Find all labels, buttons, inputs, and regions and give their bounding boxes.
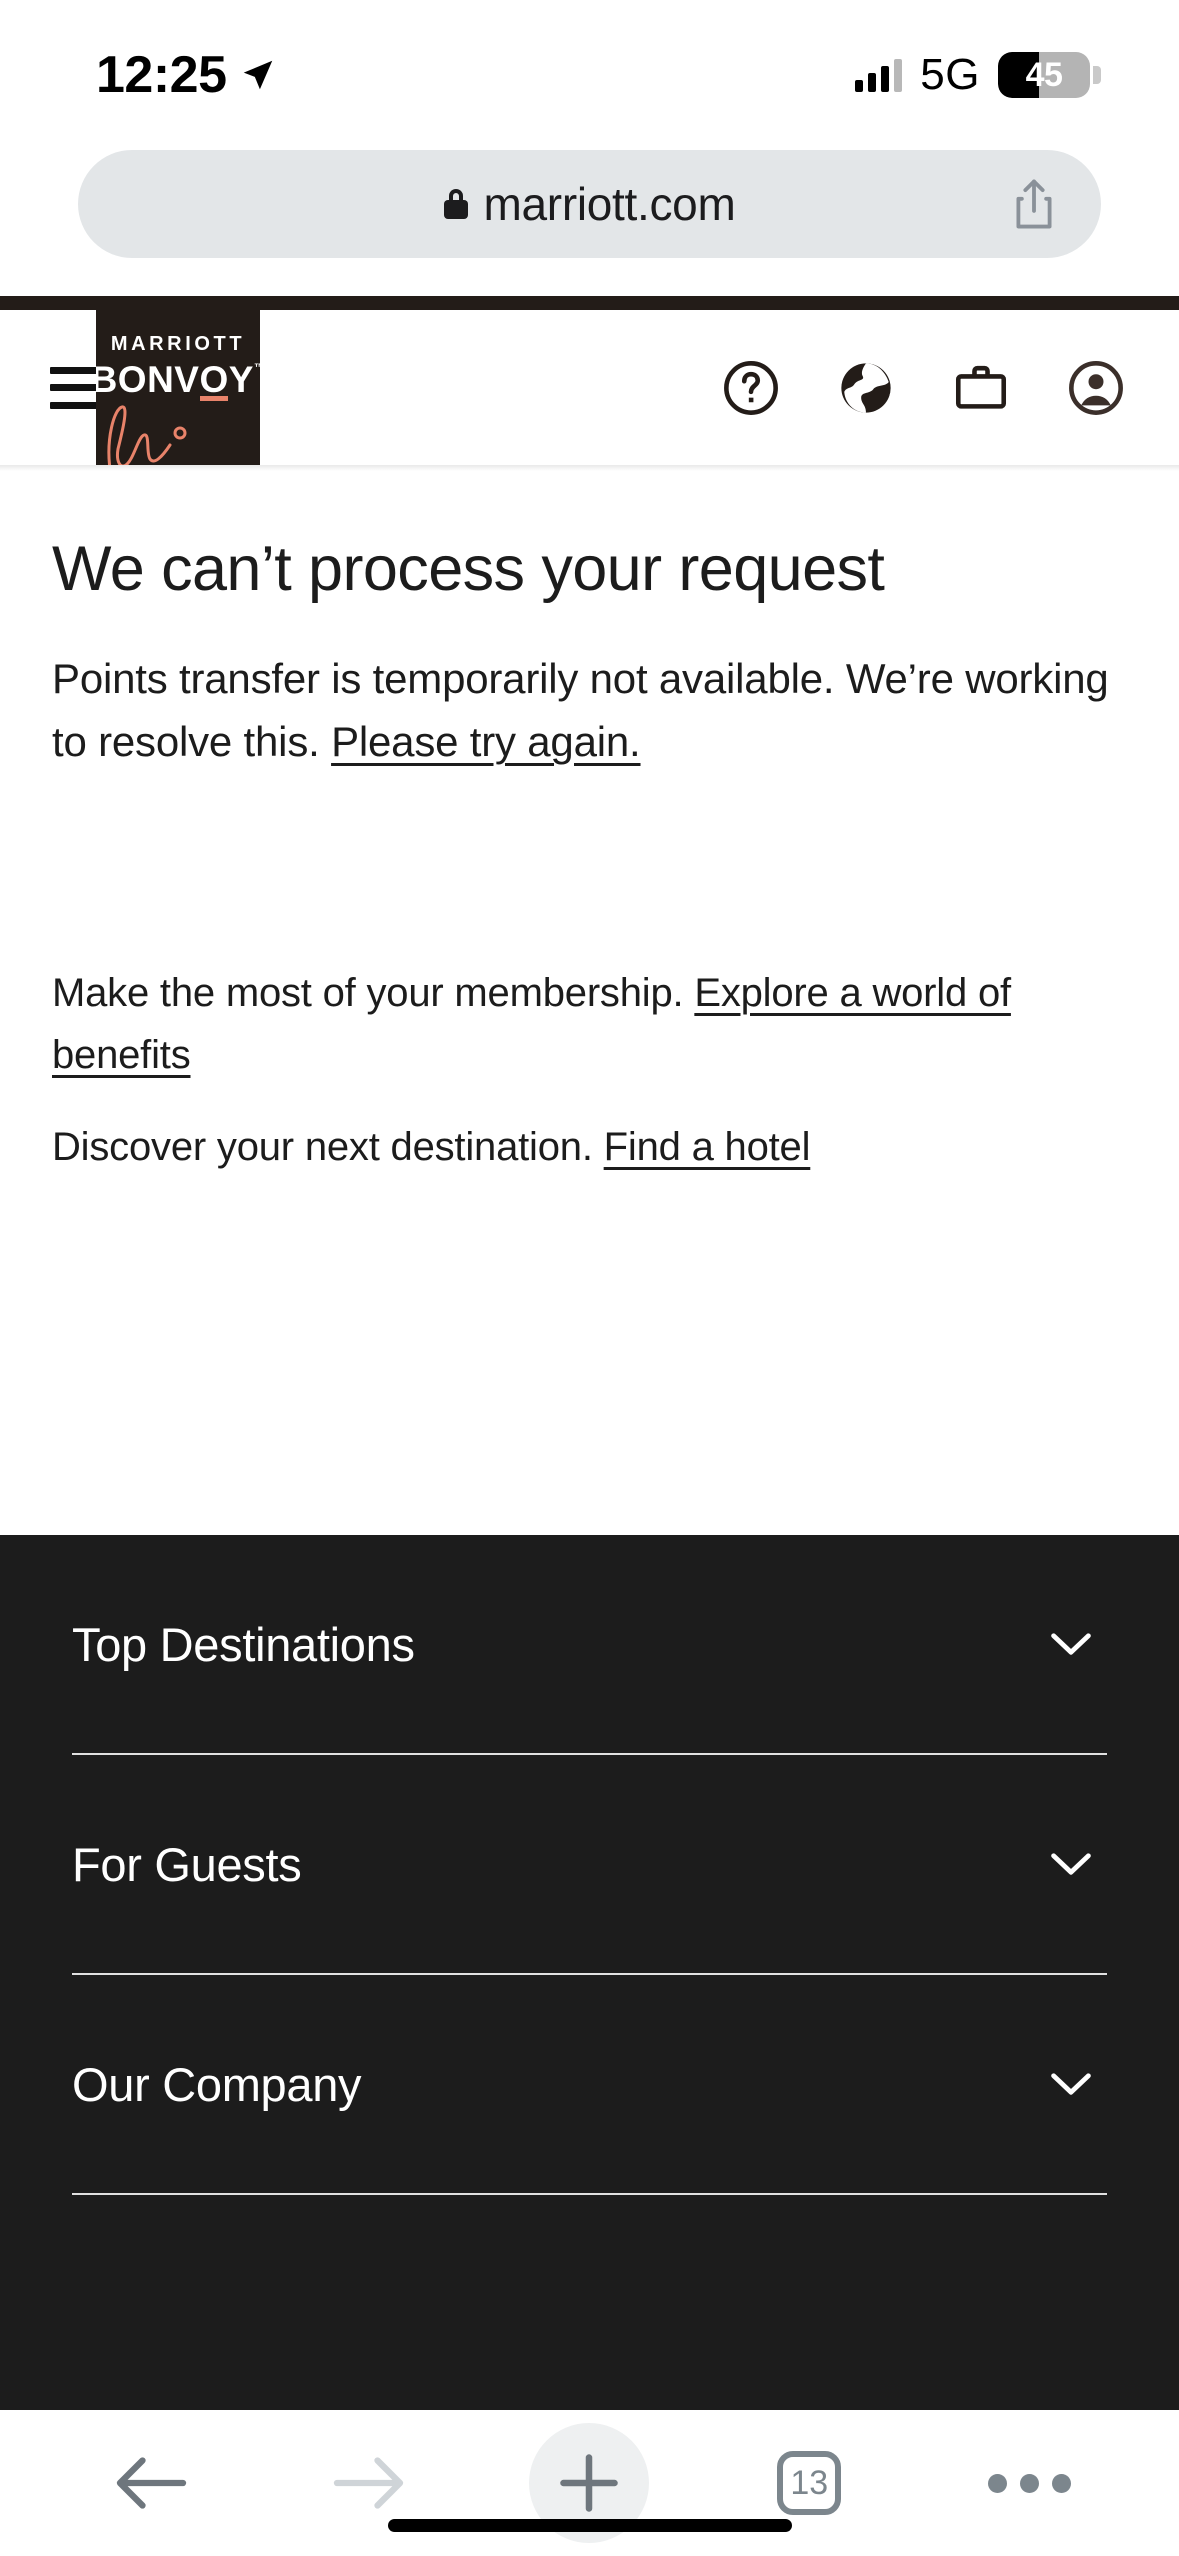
chevron-down-icon[interactable] — [1049, 1631, 1093, 1657]
network-type-label: 5G — [920, 50, 980, 99]
site-footer: Top Destinations For Guests Our Company — [0, 1535, 1179, 2410]
battery-tip — [1093, 66, 1101, 84]
location-arrow-icon — [243, 60, 272, 90]
url-text: marriott.com — [483, 178, 736, 230]
home-indicator — [387, 2519, 792, 2532]
chevron-down-icon[interactable] — [1049, 2071, 1093, 2097]
footer-accordion-label: For Guests — [72, 1837, 302, 1891]
error-message-paragraph: Points transfer is temporarily not avail… — [52, 647, 1127, 775]
page-top-strip — [0, 296, 1179, 310]
browser-url-bar-container: marriott.com — [0, 150, 1179, 285]
find-a-hotel-link[interactable]: Find a hotel — [604, 1125, 811, 1169]
page-title: We can’t process your request — [52, 534, 885, 604]
try-again-link[interactable]: Please try again. — [331, 718, 641, 765]
lock-icon — [443, 189, 468, 219]
logo-bonvoy-part-a: BONV — [96, 359, 200, 400]
url-bar[interactable]: marriott.com — [78, 150, 1101, 258]
status-bar-clock: 12:25 — [96, 46, 227, 104]
marriott-bonvoy-logo[interactable]: MARRIOTT BONV O Y ™ — [96, 310, 260, 465]
briefcase-icon[interactable] — [952, 359, 1010, 417]
cellular-bars-icon — [855, 58, 903, 92]
site-header: MARRIOTT BONV O Y ™ — [0, 310, 1179, 465]
footer-accordion-header-our-company[interactable]: Our Company — [72, 1975, 1107, 2193]
status-bar-time-group: 12:25 — [96, 45, 277, 105]
chevron-down-icon[interactable] — [1049, 1851, 1093, 1877]
logo-bonvoy-accent-o: O — [199, 359, 229, 401]
footer-accordion-label: Top Destinations — [72, 1617, 415, 1671]
browser-bottom-toolbar: 13 — [0, 2410, 1179, 2556]
phone-screen: 12:25 5G 45 marriott.com MARRIOTT BONV O… — [0, 0, 1179, 2556]
status-bar: 12:25 5G 45 — [0, 0, 1179, 150]
globe-icon[interactable] — [837, 359, 895, 417]
more-dots-icon — [987, 2473, 1071, 2493]
tabs-button[interactable]: 13 — [749, 2435, 869, 2531]
new-tab-button[interactable] — [529, 2423, 650, 2543]
forward-arrow-icon — [333, 2457, 403, 2509]
destination-promo-paragraph: Discover your next destination. Find a h… — [52, 1116, 1127, 1178]
share-icon[interactable] — [1013, 178, 1055, 230]
destination-promo-text: Discover your next destination. — [52, 1125, 604, 1170]
forward-button[interactable] — [310, 2435, 430, 2531]
footer-section-our-company: Our Company — [72, 1975, 1107, 2195]
back-arrow-icon — [116, 2457, 187, 2509]
main-content: We can’t process your request Points tra… — [0, 471, 1179, 1178]
footer-section-for-guests: For Guests — [72, 1755, 1107, 1975]
plus-icon — [560, 2454, 619, 2512]
logo-bonvoy-text: BONV O Y ™ — [96, 359, 260, 401]
membership-promo-text: Make the most of your membership. — [52, 971, 695, 1016]
battery-icon: 45 — [998, 52, 1090, 98]
back-button[interactable] — [90, 2435, 210, 2531]
battery-percent-label: 45 — [1025, 55, 1063, 94]
footer-divider — [72, 2193, 1107, 2195]
logo-trademark: ™ — [253, 362, 260, 374]
account-icon[interactable] — [1067, 359, 1125, 417]
tab-count-label: 13 — [777, 2451, 842, 2515]
status-bar-indicators: 5G 45 — [855, 50, 1101, 100]
battery-indicator: 45 — [998, 52, 1101, 98]
url-display: marriott.com — [443, 177, 736, 231]
logo-bonvoy-part-b: Y — [228, 359, 254, 400]
membership-promo-paragraph: Make the most of your membership. Explor… — [52, 962, 1127, 1086]
footer-section-top-destinations: Top Destinations — [72, 1535, 1107, 1755]
help-icon[interactable] — [722, 359, 780, 417]
footer-accordion-header-for-guests[interactable]: For Guests — [72, 1755, 1107, 1973]
footer-accordion-label: Our Company — [72, 2057, 362, 2111]
logo-marriott-text: MARRIOTT — [110, 333, 246, 355]
header-icon-group — [722, 359, 1125, 417]
footer-accordion-header-top-destinations[interactable]: Top Destinations — [72, 1535, 1107, 1753]
more-button[interactable] — [969, 2435, 1089, 2531]
